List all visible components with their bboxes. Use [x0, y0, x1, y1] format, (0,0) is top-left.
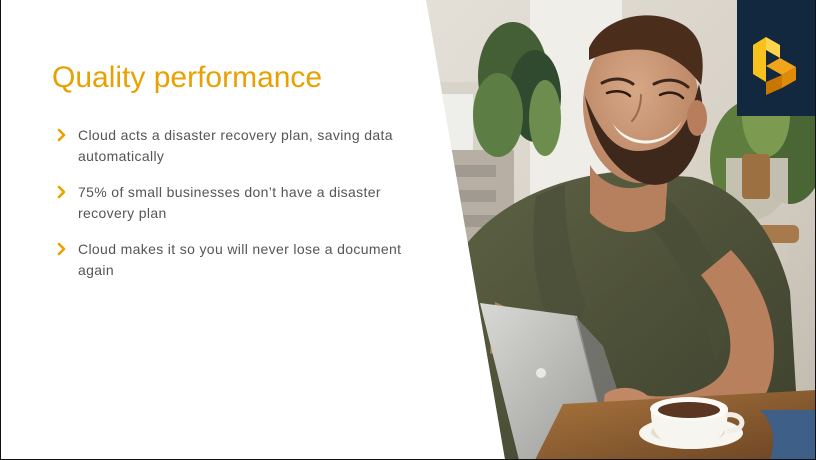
chevron-right-icon [57, 185, 66, 199]
bullet-text: 75% of small businesses don’t have a dis… [78, 184, 381, 221]
b-logo [753, 37, 796, 95]
bullet-item: 75% of small businesses don’t have a dis… [52, 182, 432, 224]
bullet-item: Cloud acts a disaster recovery plan, sav… [52, 125, 432, 167]
bullet-text: Cloud makes it so you will never lose a … [78, 241, 402, 278]
brand-logo [737, 0, 816, 116]
slide-left-border [0, 0, 1, 460]
chevron-right-icon [57, 128, 66, 142]
bullet-item: Cloud makes it so you will never lose a … [52, 239, 432, 281]
chevron-right-icon [57, 242, 66, 256]
bullet-text: Cloud acts a disaster recovery plan, sav… [78, 127, 393, 164]
presentation-slide: Quality performance Cloud acts a disaste… [0, 0, 816, 460]
slide-title: Quality performance [52, 61, 323, 94]
bullet-list: Cloud acts a disaster recovery plan, sav… [52, 125, 432, 296]
